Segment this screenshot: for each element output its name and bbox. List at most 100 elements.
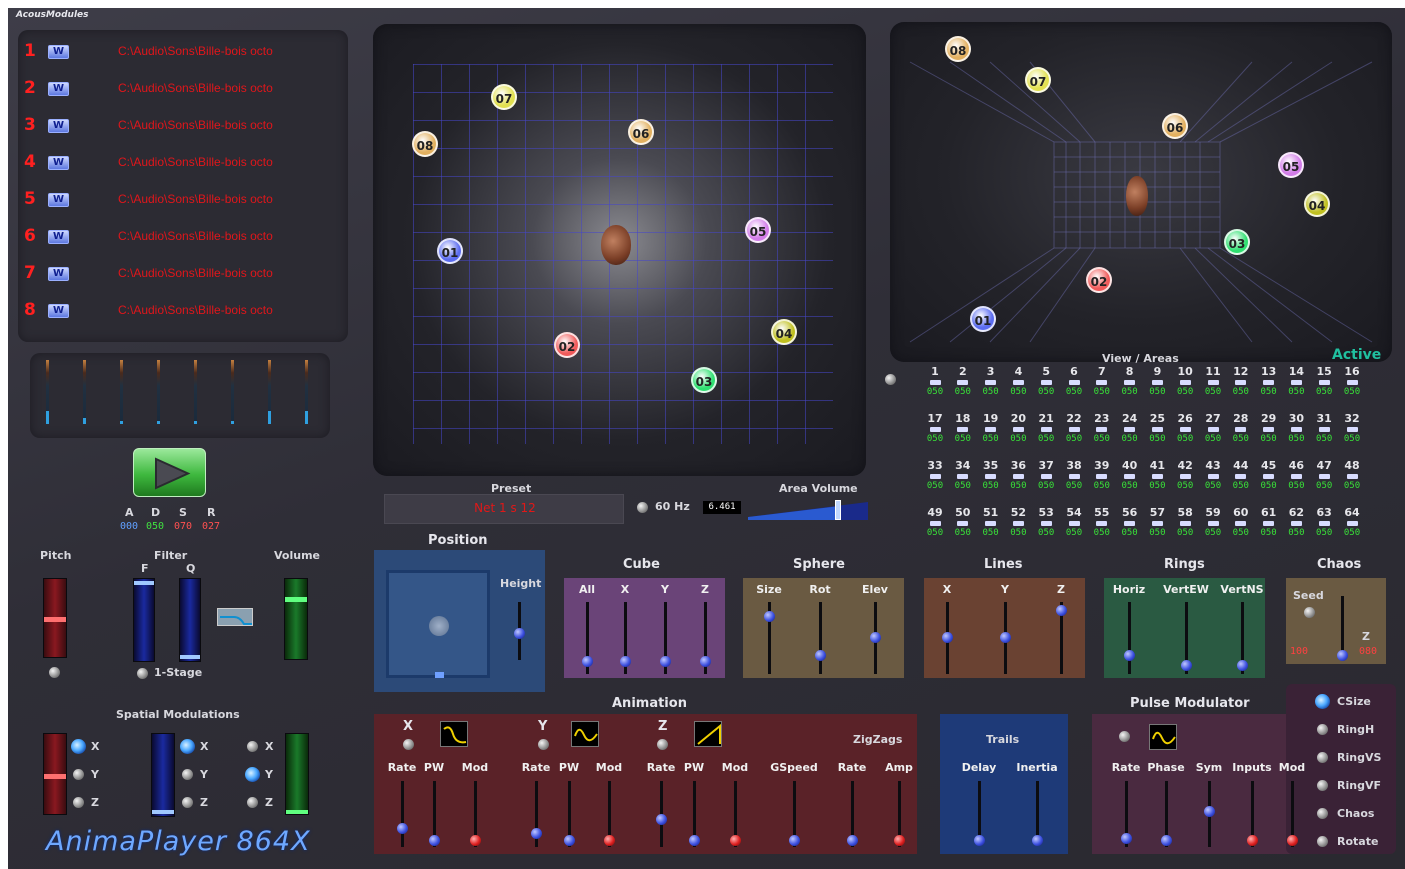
area-cell[interactable]: 57 050 [1143,507,1171,539]
pulse-toggle[interactable] [1119,731,1130,742]
area-toggle[interactable] [1207,380,1219,385]
filter-q-handle[interactable] [180,655,200,659]
track-file-path[interactable]: C:\Audio\Sons\Bille-bois octo [118,81,273,95]
area-toggle[interactable] [1068,427,1080,432]
area-toggle[interactable] [1096,521,1108,526]
animation-rate-slider-track[interactable] [401,781,404,847]
track-wave-button[interactable]: W [48,304,69,318]
area-cell[interactable]: 52 050 [1004,507,1032,539]
area-toggle[interactable] [957,427,969,432]
area-cell[interactable]: 62 050 [1282,507,1310,539]
spatial-radio-x[interactable] [247,741,258,752]
perspective-speaker-marker[interactable]: 05 [1278,152,1304,178]
play-button[interactable] [133,448,206,497]
animation-mod-slider-knob[interactable] [470,835,481,846]
area-cell[interactable]: 3 050 [977,366,1005,398]
spatial-fader-2[interactable] [151,733,175,817]
area-cell[interactable]: 53 050 [1032,507,1060,539]
track-file-path[interactable]: C:\Audio\Sons\Bille-bois octo [118,155,273,169]
area-toggle[interactable] [1040,380,1052,385]
animation-y-sine-icon[interactable] [571,721,599,747]
volume-fader[interactable] [284,578,308,660]
area-cell[interactable]: 46 050 [1282,460,1310,492]
rings-vertew-slider-knob[interactable] [1181,660,1192,671]
area-toggle[interactable] [1096,427,1108,432]
spatial-fader-3-handle[interactable] [286,810,308,814]
pulse-mod-slider-knob[interactable] [1287,835,1298,846]
animation-x-sine-icon[interactable] [440,721,468,747]
spatial-radio-y[interactable] [245,767,260,782]
area-toggle[interactable] [1068,521,1080,526]
area-toggle[interactable] [1263,380,1275,385]
speaker-marker[interactable]: 02 [554,332,580,358]
sphere-rot-slider-track[interactable] [819,602,822,674]
area-toggle[interactable] [1151,521,1163,526]
area-toggle[interactable] [1012,380,1024,385]
perspective-speaker-marker[interactable]: 08 [945,36,971,62]
animation-z-ramp-icon[interactable] [694,721,722,747]
chaos-seed-button[interactable] [1304,607,1315,618]
area-cell[interactable]: 10 050 [1171,366,1199,398]
mode-radio-rotate[interactable] [1317,836,1328,847]
track-wave-button[interactable]: W [48,156,69,170]
area-cell[interactable]: 48 050 [1338,460,1366,492]
area-cell[interactable]: 29 050 [1255,413,1283,445]
filter-shape-icon[interactable] [217,608,253,626]
area-cell[interactable]: 4 050 [1004,366,1032,398]
area-cell[interactable]: 26 050 [1171,413,1199,445]
area-toggle[interactable] [1040,474,1052,479]
pulse-sine-icon[interactable] [1149,724,1177,750]
trails-inertia-slider-knob[interactable] [1032,835,1043,846]
position-handle-icon[interactable] [429,616,449,636]
pulse-rate-slider-knob[interactable] [1121,833,1132,844]
area-cell[interactable]: 8 050 [1116,366,1144,398]
area-cell[interactable]: 55 050 [1088,507,1116,539]
animation-x-toggle[interactable] [403,739,414,750]
animation-pw-slider-knob[interactable] [429,835,440,846]
track-file-path[interactable]: C:\Audio\Sons\Bille-bois octo [118,192,273,206]
volume-fader-handle[interactable] [285,597,307,602]
area-toggle[interactable] [929,521,941,526]
pulse-phase-slider-knob[interactable] [1161,835,1172,846]
perspective-speaker-marker[interactable]: 04 [1304,191,1330,217]
area-toggle[interactable] [929,474,941,479]
area-toggle[interactable] [1263,521,1275,526]
area-cell[interactable]: 50 050 [949,507,977,539]
trails-delay-slider-track[interactable] [978,781,981,843]
perspective-speaker-marker[interactable]: 06 [1162,113,1188,139]
area-toggle[interactable] [1290,427,1302,432]
area-cell[interactable]: 42 050 [1171,460,1199,492]
rings-vertns-slider-knob[interactable] [1237,660,1248,671]
area-cell[interactable]: 28 050 [1227,413,1255,445]
area-toggle[interactable] [1179,380,1191,385]
animation-rate-slider-knob[interactable] [531,828,542,839]
animation-rate-slider-knob[interactable] [397,823,408,834]
area-toggle[interactable] [1318,474,1330,479]
view-toggle[interactable] [885,374,896,385]
area-cell[interactable]: 5 050 [1032,366,1060,398]
spatial-fader-1[interactable] [43,733,67,815]
area-cell[interactable]: 49 050 [921,507,949,539]
spatial-radio-x[interactable] [71,739,86,754]
area-cell[interactable]: 23 050 [1088,413,1116,445]
area-cell[interactable]: 22 050 [1060,413,1088,445]
spatial-radio-x[interactable] [180,739,195,754]
rings-horiz-slider-track[interactable] [1128,602,1131,674]
area-cell[interactable]: 44 050 [1227,460,1255,492]
area-cell[interactable]: 36 050 [1004,460,1032,492]
spatial-radio-z[interactable] [247,797,258,808]
area-cell[interactable]: 54 050 [1060,507,1088,539]
area-cell[interactable]: 43 050 [1199,460,1227,492]
mode-radio-ringvs[interactable] [1317,752,1328,763]
area-cell[interactable]: 56 050 [1116,507,1144,539]
area-toggle[interactable] [1235,474,1247,479]
spatial-radio-z[interactable] [73,797,84,808]
filter-f-handle[interactable] [134,581,154,585]
perspective-speaker-marker[interactable]: 07 [1025,67,1051,93]
area-cell[interactable]: 21 050 [1032,413,1060,445]
spatial-radio-y[interactable] [73,769,84,780]
area-toggle[interactable] [1068,380,1080,385]
area-cell[interactable]: 9 050 [1143,366,1171,398]
pulse-inputs-slider-knob[interactable] [1247,835,1258,846]
track-wave-button[interactable]: W [48,267,69,281]
